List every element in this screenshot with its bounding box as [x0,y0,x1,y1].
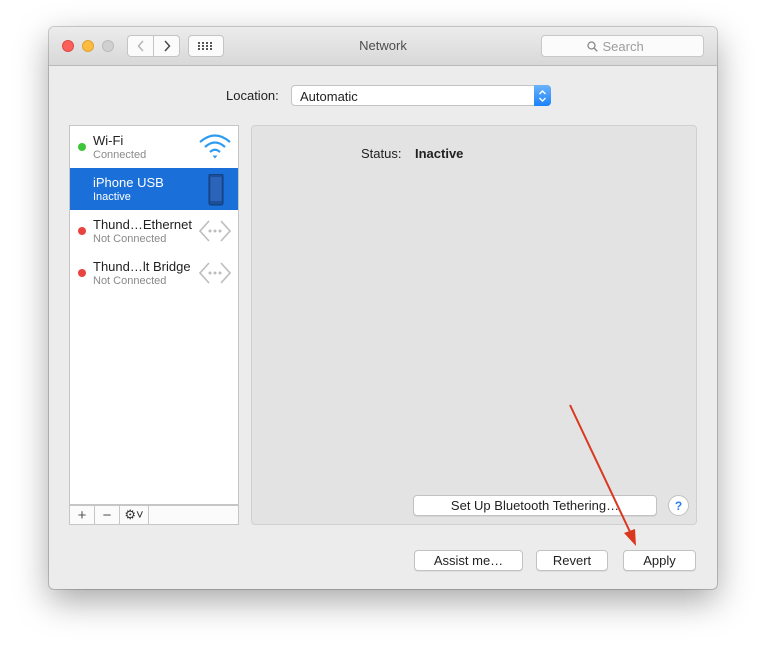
location-value: Automatic [300,89,358,104]
bridge-icon [198,262,232,284]
status-label: Status: [361,146,402,161]
service-status: Not Connected [93,275,167,287]
select-stepper-icon [534,85,551,106]
service-detail-pane: Status: Inactive Set Up Bluetooth Tether… [251,125,697,525]
title-bar: Network [49,27,717,66]
revert-button[interactable]: Revert [536,550,608,571]
add-service-button[interactable]: + [70,506,95,524]
service-item-thunderbolt-bridge[interactable]: Thund…lt Bridge Not Connected [70,252,238,294]
ethernet-icon [198,220,232,242]
service-name: Thund…Ethernet [93,217,193,232]
search-icon [586,40,598,52]
help-button[interactable]: ? [668,495,689,516]
network-preferences-window: Network Location: Automatic Wi-Fi Connec… [49,27,717,589]
search-field[interactable] [541,35,704,57]
status-dot [78,269,86,277]
assist-me-button[interactable]: Assist me… [414,550,523,571]
service-item-thunderbolt-ethernet[interactable]: Thund…Ethernet Not Connected [70,210,238,252]
service-list-toolbar: + − ⚙︎˅ [69,505,239,525]
gear-menu-button[interactable]: ⚙︎˅ [120,506,149,524]
service-name: Wi-Fi [93,133,124,148]
wifi-icon [199,134,231,159]
status-dot [78,227,86,235]
service-item-iphone-usb[interactable]: iPhone USB Inactive [70,168,238,210]
service-item-wifi[interactable]: Wi-Fi Connected [70,126,238,168]
bluetooth-tethering-button[interactable]: Set Up Bluetooth Tethering… [413,495,657,516]
location-select[interactable]: Automatic [291,85,551,106]
service-status: Not Connected [93,233,167,245]
apply-button[interactable]: Apply [623,550,696,571]
status-dot [78,143,86,151]
service-status: Inactive [93,191,131,203]
remove-service-button[interactable]: − [95,506,120,524]
status-value: Inactive [415,146,464,161]
service-name: Thund…lt Bridge [93,259,191,274]
search-input[interactable] [602,38,659,54]
location-label: Location: [226,88,279,103]
network-service-list: Wi-Fi Connected iPhone USB Inactive Thun… [69,125,239,505]
service-status: Connected [93,149,147,161]
iphone-icon [208,174,224,206]
service-name: iPhone USB [93,175,164,190]
